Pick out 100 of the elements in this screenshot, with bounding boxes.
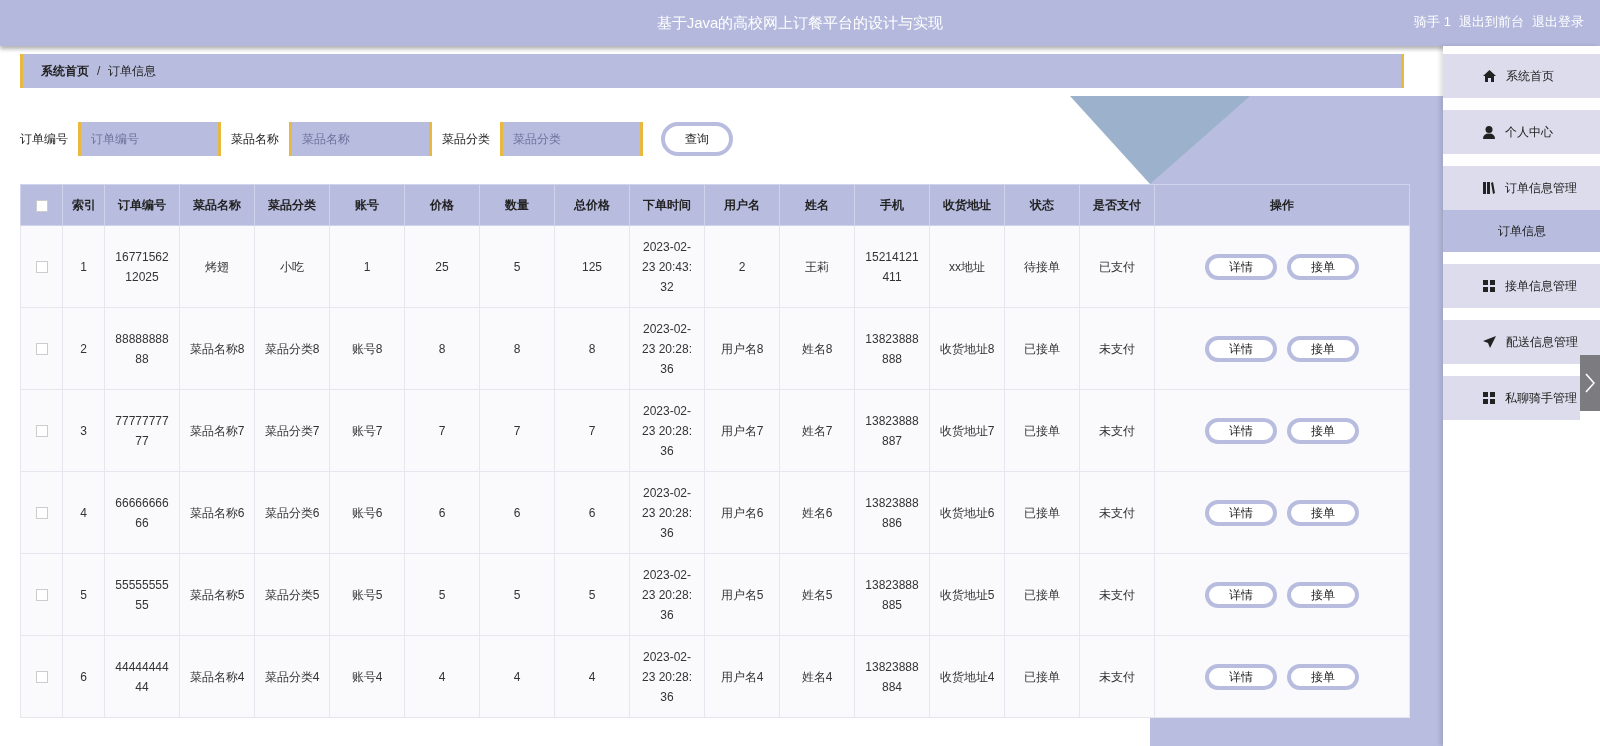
table-cell-text: 收货地址8	[939, 340, 995, 358]
table-cell-text: 13823888888	[865, 330, 919, 368]
table-cell-text: 未支付	[1099, 422, 1135, 440]
sidebar-label: 个人中心	[1505, 124, 1553, 141]
accept-button[interactable]: 接单	[1287, 499, 1359, 526]
details-button[interactable]: 详情	[1205, 499, 1277, 526]
table-cell-text: 未支付	[1099, 504, 1135, 522]
sidebar-item[interactable]: 私聊骑手管理	[1443, 376, 1580, 420]
table-cell-text: 已接单	[1024, 668, 1060, 686]
table-cell-text: 菜品分类5	[264, 586, 320, 604]
sidebar-label: 系统首页	[1506, 68, 1554, 85]
accept-button[interactable]: 接单	[1287, 253, 1359, 280]
table-cell-text: 2023-02-23 20:43:32	[640, 238, 693, 296]
sidebar-item[interactable]: 个人中心	[1443, 110, 1600, 154]
accept-button[interactable]: 接单	[1287, 335, 1359, 362]
book-icon	[1483, 182, 1495, 194]
table-cell-text: 5	[588, 586, 596, 604]
breadcrumb-item[interactable]: 系统首页	[41, 62, 89, 80]
select-all-checkbox[interactable]	[35, 199, 48, 212]
field-label: 菜品名称	[231, 131, 279, 148]
table-cell-text: 4	[438, 668, 446, 686]
details-button[interactable]: 详情	[1205, 417, 1277, 444]
expand-tab[interactable]	[1580, 355, 1600, 411]
accept-button[interactable]: 接单	[1287, 663, 1359, 690]
table-cell-text: 5555555555	[115, 576, 169, 614]
table-cell-text: 姓名5	[801, 586, 833, 604]
breadcrumb-separator: /	[97, 63, 101, 80]
table-cell-text: 菜品名称6	[189, 504, 245, 522]
table-cell-text: 4	[588, 668, 596, 686]
table-cell-text: 烤翅	[205, 258, 229, 276]
table-cell-text: 6	[438, 504, 446, 522]
table-cell-text: 5	[438, 586, 446, 604]
field-label: 订单编号	[20, 131, 68, 148]
table-cell-text: 菜品分类6	[264, 504, 320, 522]
sidebar-label: 订单信息管理	[1505, 180, 1577, 197]
send-icon	[1483, 336, 1496, 348]
table-cell-text: 用户名7	[720, 422, 764, 440]
accept-button[interactable]: 接单	[1287, 417, 1359, 444]
table-cell-text: 收货地址4	[939, 668, 995, 686]
sidebar-item[interactable]: 订单信息管理	[1443, 166, 1600, 210]
sidebar-label: 接单信息管理	[1505, 278, 1577, 295]
details-button[interactable]: 详情	[1205, 663, 1277, 690]
table-cell-text: 2023-02-23 20:28:36	[640, 566, 693, 624]
table-cell-text: 125	[582, 258, 602, 276]
table-cell-text: 2023-02-23 20:28:36	[640, 320, 693, 378]
grid-icon	[1483, 392, 1495, 404]
row-checkbox[interactable]	[35, 589, 48, 602]
table-cell-text: 8	[513, 340, 521, 358]
details-button[interactable]: 详情	[1205, 253, 1277, 280]
sidebar-item[interactable]: 接单信息管理	[1443, 264, 1600, 308]
table-cell-text: 15214121411	[865, 248, 919, 286]
details-button[interactable]: 详情	[1205, 335, 1277, 362]
table-cell-text: 菜品分类8	[264, 340, 320, 358]
table-cell-text: 6	[513, 504, 521, 522]
table-cell-text: 2023-02-23 20:28:36	[640, 484, 693, 542]
sidebar-subitem[interactable]: 订单信息	[1443, 210, 1600, 252]
search-field[interactable]: 订单编号	[78, 122, 221, 156]
column-header: 状态	[1004, 184, 1080, 226]
column-header: 索引	[62, 184, 105, 226]
table-cell-text: 未支付	[1099, 668, 1135, 686]
table-cell-text: 4444444444	[115, 658, 169, 696]
column-header: 菜品名称	[179, 184, 255, 226]
table-cell-text: 姓名4	[801, 668, 833, 686]
row-checkbox[interactable]	[35, 343, 48, 356]
search-field[interactable]: 菜品名称	[289, 122, 432, 156]
row-checkbox[interactable]	[35, 507, 48, 520]
table-cell-text: 5	[513, 258, 521, 276]
table-cell-text: 13823888886	[865, 494, 919, 532]
table-cell-text: 7777777777	[115, 412, 169, 450]
row-checkbox[interactable]	[35, 261, 48, 274]
accept-button[interactable]: 接单	[1287, 581, 1359, 608]
table-cell-text: 姓名8	[801, 340, 833, 358]
sidebar-item[interactable]: 系统首页	[1443, 54, 1600, 98]
table-cell-text: 1	[363, 258, 371, 276]
table-cell-text: 用户名5	[720, 586, 764, 604]
table-cell-text: 13823888885	[865, 576, 919, 614]
table-cell-text: 8	[588, 340, 596, 358]
sidebar-label: 配送信息管理	[1506, 334, 1578, 351]
table-cell-text: 菜品分类7	[264, 422, 320, 440]
grid-icon	[1483, 280, 1495, 292]
chevron-right-icon	[1585, 373, 1595, 393]
details-button[interactable]: 详情	[1205, 581, 1277, 608]
search-button[interactable]: 查询	[661, 122, 733, 156]
table-cell-text: 已接单	[1024, 422, 1060, 440]
row-checkbox[interactable]	[35, 425, 48, 438]
table-cell-text: 待接单	[1024, 258, 1060, 276]
column-header: 订单编号	[104, 184, 180, 226]
table-cell-text: 小吃	[280, 258, 304, 276]
table-cell-text: 菜品名称8	[189, 340, 245, 358]
table-cell-text: 8	[438, 340, 446, 358]
table-cell-text: 5	[513, 586, 521, 604]
table-cell-text: 账号5	[351, 586, 383, 604]
field-label: 菜品分类	[442, 131, 490, 148]
sidebar-item[interactable]: 配送信息管理	[1443, 320, 1600, 364]
table-cell-text: 2023-02-23 20:28:36	[640, 648, 693, 706]
row-checkbox[interactable]	[35, 671, 48, 684]
column-header: 数量	[479, 184, 555, 226]
column-header: 用户名	[704, 184, 780, 226]
search-field[interactable]: 菜品分类	[500, 122, 643, 156]
table-cell-text: 8888888888	[115, 330, 169, 368]
